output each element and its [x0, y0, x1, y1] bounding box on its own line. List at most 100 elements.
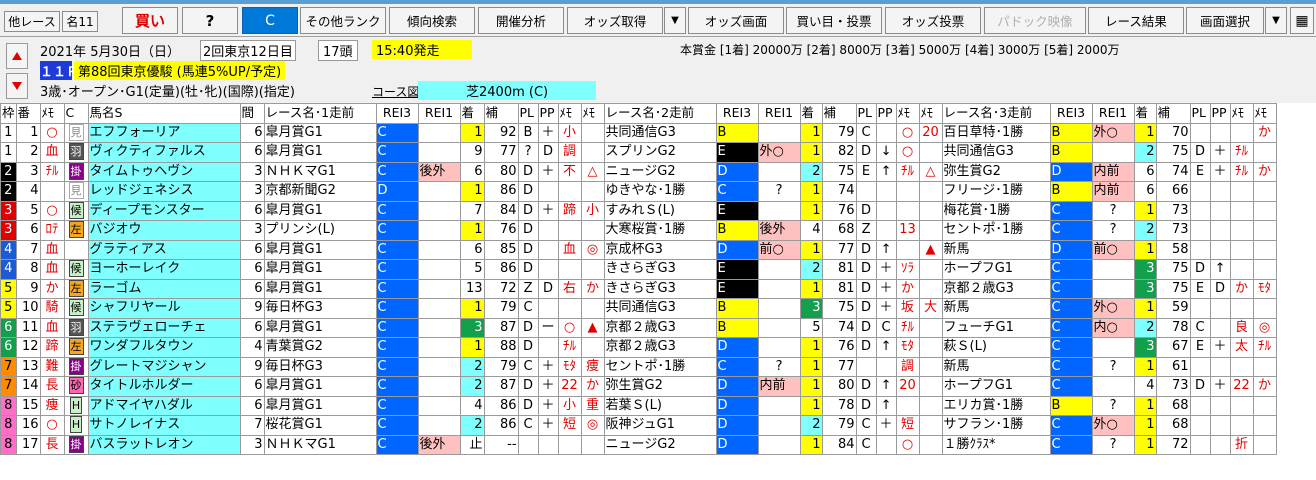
race2-memo2-cell[interactable]	[918, 356, 943, 377]
race3-memo2-cell[interactable]	[1252, 356, 1277, 377]
race2-name-cell[interactable]: 阪神ジュG1	[603, 415, 717, 436]
race1-memo2-cell[interactable]: ◎	[580, 239, 605, 260]
table-row[interactable]: 5 10 騎候シャフリヤール 9 毎日杯G3 C 1 79 C 共同通信G3 B 3 75 D ＋坂大新馬 C…	[0, 298, 1277, 319]
race2-name-cell[interactable]: 京都２歳G3	[603, 317, 717, 338]
race1-name-cell[interactable]: 青葉賞G2	[263, 337, 377, 358]
memo-cell[interactable]: 血	[39, 259, 65, 280]
venue-analysis-button[interactable]: 開催分析	[478, 7, 564, 34]
odds-vote-button[interactable]: オッズ投票	[885, 7, 981, 34]
race1-memo1-cell[interactable]	[557, 298, 582, 319]
race1-memo1-cell[interactable]: 調	[557, 142, 582, 163]
memo-cell[interactable]: か	[39, 278, 65, 299]
race1-memo2-cell[interactable]	[580, 337, 605, 358]
race3-memo2-cell[interactable]: ﾓﾀ	[1252, 278, 1277, 299]
table-row[interactable]: 8 16 ○ H サトノレイナス 7 桜花賞G1 C 2 86 C ＋短 ◎ 阪神ジュG1 D 2 79 C ＋短サ…	[0, 415, 1277, 436]
race3-memo2-cell[interactable]	[1252, 298, 1277, 319]
race1-memo1-cell[interactable]: 右	[557, 278, 582, 299]
race3-name-cell[interactable]: 新馬	[941, 356, 1051, 377]
race3-memo1-cell[interactable]: 太	[1229, 337, 1254, 358]
horse-name-cell[interactable]: サトノレイナス	[87, 415, 241, 436]
memo-cell[interactable]: 血	[39, 142, 65, 163]
mark-cell[interactable]	[63, 239, 89, 260]
other-rank-button[interactable]: その他ランク	[300, 7, 386, 34]
race2-memo2-cell[interactable]	[918, 259, 943, 280]
race1-memo2-cell[interactable]	[580, 434, 605, 455]
table-row[interactable]: 8 17 長掛バスラットレオン 3 ＮＨＫマG1 C 後外止 -- ニュージG2 D 1 84 C ○ １勝…	[0, 434, 1277, 455]
race1-memo2-cell[interactable]: ▲	[580, 317, 605, 338]
race1-name-cell[interactable]: 皐月賞G1	[263, 200, 377, 221]
meisho-button[interactable]: 名11	[62, 11, 98, 32]
mark-cell[interactable]: 掛	[63, 356, 89, 377]
race3-memo2-cell[interactable]: か	[1252, 122, 1277, 143]
c-button[interactable]: C	[242, 7, 298, 34]
col-pl-3[interactable]: PL	[1189, 103, 1211, 124]
race2-memo2-cell[interactable]	[918, 415, 943, 436]
race2-memo2-cell[interactable]	[918, 434, 943, 455]
other-race-button[interactable]: 他レース	[4, 11, 60, 32]
memo-cell[interactable]	[39, 181, 65, 202]
race2-name-cell[interactable]: 共同通信G3	[603, 298, 717, 319]
memo-cell[interactable]: 血	[39, 317, 65, 338]
race1-memo2-cell[interactable]	[580, 259, 605, 280]
race1-memo2-cell[interactable]	[580, 142, 605, 163]
horse-name-cell[interactable]: グラティアス	[87, 239, 241, 260]
race2-name-cell[interactable]: ゆきやな･1勝	[603, 181, 717, 202]
race3-name-cell[interactable]: 萩Ｓ(L)	[941, 337, 1051, 358]
race2-memo2-cell[interactable]	[918, 376, 943, 397]
memo-cell[interactable]: 長	[39, 376, 65, 397]
race2-memo1-cell[interactable]: 坂	[895, 298, 920, 319]
race1-name-cell[interactable]: ＮＨＫマG1	[263, 161, 377, 182]
race3-memo2-cell[interactable]	[1252, 181, 1277, 202]
col-pp-3[interactable]: PP	[1209, 103, 1231, 124]
col-me-2[interactable]: ﾒﾓ	[895, 103, 920, 124]
race2-name-cell[interactable]: 若葉Ｓ(L)	[603, 395, 717, 416]
memo-cell[interactable]: 難	[39, 356, 65, 377]
race1-memo1-cell[interactable]: 小	[557, 395, 582, 416]
race1-name-cell[interactable]: 皐月賞G1	[263, 376, 377, 397]
col-ho-3[interactable]: 補	[1155, 103, 1191, 124]
race2-memo2-cell[interactable]	[918, 395, 943, 416]
race3-memo2-cell[interactable]	[1252, 415, 1277, 436]
col-mo-1[interactable]: ﾒﾓ	[580, 103, 605, 124]
col-me-1[interactable]: ﾒﾓ	[557, 103, 582, 124]
race1-memo2-cell[interactable]	[580, 122, 605, 143]
help-button[interactable]: ?	[182, 7, 238, 34]
race3-memo1-cell[interactable]	[1229, 298, 1254, 319]
race-result-button[interactable]: レース結果	[1088, 7, 1184, 34]
race2-memo1-cell[interactable]: 13	[895, 220, 920, 241]
table-row[interactable]: 1 1 ○ 見エフフォーリア 6 皐月賞G1 C 1 92 B ＋小共同通信G3 B 1 79 C ○ 20 百日…	[0, 122, 1277, 143]
race1-name-cell[interactable]: ＮＨＫマG1	[263, 434, 377, 455]
col-pp-2[interactable]: PP	[875, 103, 897, 124]
mark-cell[interactable]: 左	[63, 220, 89, 241]
race3-memo1-cell[interactable]: 22	[1229, 376, 1254, 397]
col-memo[interactable]: ﾒﾓ	[39, 103, 65, 124]
col-ban[interactable]: 番	[15, 103, 41, 124]
race2-memo1-cell[interactable]: 20	[895, 376, 920, 397]
race3-memo1-cell[interactable]	[1229, 415, 1254, 436]
col-rei3-1[interactable]: REI3	[375, 103, 419, 124]
race1-name-cell[interactable]: 皐月賞G1	[263, 122, 377, 143]
table-row[interactable]: 3 5 ○ 候ディープモンスター 6 皐月賞G1 C 7 84 D ＋蹄小すみれＳ(L) E 1 76 D 梅…	[0, 200, 1277, 221]
col-interval[interactable]: 間	[239, 103, 265, 124]
race2-name-cell[interactable]: すみれＳ(L)	[603, 200, 717, 221]
race1-memo1-cell[interactable]: 蹄	[557, 200, 582, 221]
race3-memo1-cell[interactable]: ﾁﾙ	[1229, 161, 1254, 182]
race3-name-cell[interactable]: 京都２歳G3	[941, 278, 1051, 299]
race3-memo1-cell[interactable]	[1229, 356, 1254, 377]
race3-memo1-cell[interactable]: ﾁﾙ	[1229, 142, 1254, 163]
race1-memo2-cell[interactable]: か	[580, 376, 605, 397]
race1-name-cell[interactable]: 皐月賞G1	[263, 142, 377, 163]
horse-name-cell[interactable]: シャフリヤール	[87, 298, 241, 319]
col-rei1-1[interactable]: REI1	[417, 103, 461, 124]
race2-memo1-cell[interactable]: ○	[895, 122, 920, 143]
race1-memo1-cell[interactable]: ﾓﾀ	[557, 356, 582, 377]
race1-name-cell[interactable]: 皐月賞G1	[263, 259, 377, 280]
prev-race-button[interactable]	[6, 43, 28, 69]
race1-name-cell[interactable]: 毎日杯G3	[263, 298, 377, 319]
race2-memo2-cell[interactable]	[918, 278, 943, 299]
mark-cell[interactable]: 候	[63, 259, 89, 280]
odds-get-dropdown[interactable]: ▼	[664, 7, 686, 34]
race3-memo1-cell[interactable]	[1229, 395, 1254, 416]
memo-cell[interactable]: ○	[39, 122, 65, 143]
race2-name-cell[interactable]: 大寒桜賞･1勝	[603, 220, 717, 241]
